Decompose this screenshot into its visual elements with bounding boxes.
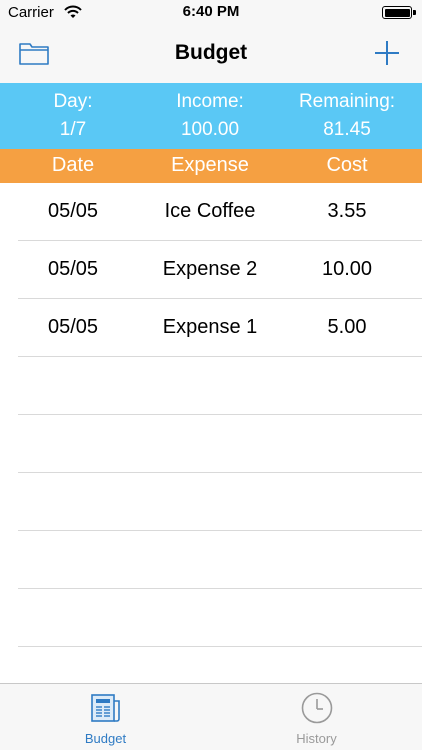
empty-row (0, 473, 422, 531)
page-title: Budget (174, 41, 248, 64)
budget-summary: Day: 1/7 Income: 100.00 Remaining: 81.45 (0, 83, 422, 149)
tab-history[interactable]: History (211, 684, 422, 750)
day-value: 1/7 (59, 119, 87, 140)
tab-bar: Budget History (0, 683, 422, 750)
clock-icon (301, 692, 332, 724)
empty-row (0, 531, 422, 589)
status-bar: Carrier 6:40 PM (0, 0, 422, 24)
income-label: Income: (176, 91, 244, 112)
tab-budget-label: Budget (84, 731, 127, 746)
header-cost: Cost (326, 154, 368, 176)
empty-row (0, 589, 422, 647)
empty-row (0, 357, 422, 415)
table-header: Date Expense Cost (0, 149, 422, 183)
header-date: Date (51, 154, 95, 176)
expense-date: 05/05 (47, 316, 99, 338)
battery-tip (413, 10, 416, 15)
navigation-bar: Budget (0, 24, 422, 83)
remaining-value: 81.45 (323, 119, 371, 140)
income-value: 100.00 (180, 119, 240, 140)
expense-list: 05/05 Ice Coffee 3.55 05/05 Expense 2 10… (0, 183, 422, 357)
empty-row (0, 415, 422, 473)
expense-date: 05/05 (47, 200, 99, 222)
tab-budget[interactable]: Budget (0, 684, 211, 750)
expense-cost: 10.00 (321, 258, 373, 280)
expense-row[interactable]: 05/05 Expense 2 10.00 (0, 241, 422, 299)
add-expense-icon[interactable] (372, 38, 402, 68)
status-time: 6:40 PM (182, 3, 240, 20)
expense-row[interactable]: 05/05 Expense 1 5.00 (0, 299, 422, 357)
expense-row[interactable]: 05/05 Ice Coffee 3.55 (0, 183, 422, 241)
expense-cost: 5.00 (327, 316, 367, 338)
expense-name: Expense 1 (162, 316, 258, 338)
day-label: Day: (53, 91, 93, 112)
expense-name: Expense 2 (162, 258, 258, 280)
expense-date: 05/05 (47, 258, 99, 280)
remaining-label: Remaining: (298, 91, 396, 112)
expense-cost: 3.55 (327, 200, 367, 222)
empty-rows (0, 357, 422, 647)
tab-history-label: History (296, 731, 337, 746)
header-expense: Expense (171, 154, 249, 176)
newspaper-icon (90, 694, 120, 722)
expense-name: Ice Coffee (164, 200, 256, 222)
battery-icon (382, 6, 412, 19)
